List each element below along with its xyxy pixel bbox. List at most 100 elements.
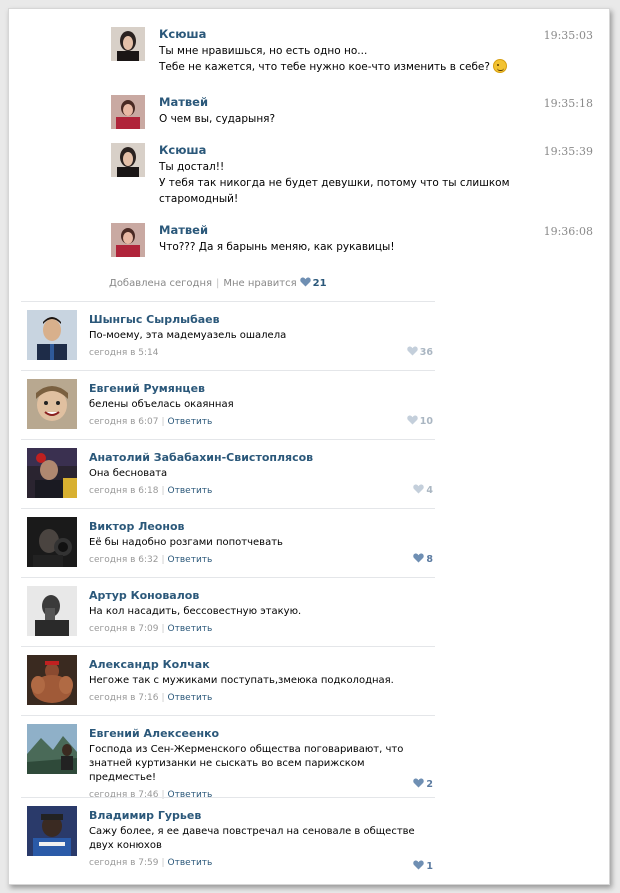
comment-like-button[interactable]: 36 xyxy=(404,346,433,358)
reply-link[interactable]: Ответить xyxy=(168,486,213,496)
chat-message: Матвей Что??? Да я барынь меняю, как рук… xyxy=(111,223,601,263)
message-text: Ты мне нравишься, но есть одно но... Теб… xyxy=(159,43,539,75)
reply-link[interactable]: Ответить xyxy=(168,417,213,427)
comment-text: Её бы надобно розгами попотчевать xyxy=(89,537,283,548)
separator: | xyxy=(161,624,165,634)
comment-line: Сажу более, я ее давеча повстречал на се… xyxy=(89,826,415,837)
reply-link[interactable]: Ответить xyxy=(168,693,213,703)
heart-icon xyxy=(407,346,418,356)
avatar[interactable] xyxy=(111,95,145,129)
comment-author[interactable]: Артур Коновалов xyxy=(89,589,429,603)
comment: Александр Колчак Негоже так с мужиками п… xyxy=(21,649,435,711)
comment: Евгений Румянцев белены объелась окаянна… xyxy=(21,373,435,435)
post-added-date: Добавлена сегодня xyxy=(109,278,212,289)
avatar[interactable] xyxy=(111,143,145,177)
avatar[interactable] xyxy=(27,655,77,705)
comment-meta: сегодня в 7:16 | Ответить xyxy=(89,692,429,704)
message-author[interactable]: Матвей xyxy=(159,95,539,109)
reply-link[interactable]: Ответить xyxy=(168,790,213,800)
avatar[interactable] xyxy=(27,310,77,360)
comment-like-button[interactable]: 1 xyxy=(410,860,433,872)
like-label: Мне нравится xyxy=(223,278,297,289)
comment-author[interactable]: Евгений Румянцев xyxy=(89,382,429,396)
comment-date[interactable]: сегодня в 7:46 xyxy=(89,790,158,800)
comment-date[interactable]: сегодня в 7:59 xyxy=(89,858,158,868)
comment-like-count: 10 xyxy=(419,416,433,427)
wink-emoji-icon xyxy=(493,59,508,73)
message-time: 19:35:39 xyxy=(543,145,593,158)
comment-line: Господа из Сен-Жерменского общества пого… xyxy=(89,744,404,755)
comment-line: двух конюхов xyxy=(89,840,162,851)
divider xyxy=(21,370,435,371)
comment-like-button[interactable]: 8 xyxy=(410,553,433,565)
message-line: Ты мне нравишься, но есть одно но... xyxy=(159,45,368,57)
avatar[interactable] xyxy=(27,379,77,429)
comment-author[interactable]: Шынгыс Сырлыбаев xyxy=(89,313,429,327)
comment-meta: сегодня в 6:18 | Ответить xyxy=(89,485,429,497)
comment-like-count: 1 xyxy=(426,861,433,872)
separator: | xyxy=(161,555,165,565)
avatar[interactable] xyxy=(111,223,145,257)
comment-text: Она бесновата xyxy=(89,468,168,479)
comment-like-button[interactable]: 2 xyxy=(410,778,433,790)
comment-author[interactable]: Владимир Гурьев xyxy=(89,809,429,823)
chat-message: Ксюша Ты мне нравишься, но есть одно но.… xyxy=(111,27,601,87)
comment-meta: сегодня в 6:32 | Ответить xyxy=(89,554,429,566)
message-line: У тебя так никогда не будет девушки, пот… xyxy=(159,177,510,189)
comment-author[interactable]: Александр Колчак xyxy=(89,658,429,672)
like-button[interactable]: Мне нравится 21 xyxy=(223,277,327,289)
comment-date[interactable]: сегодня в 7:09 xyxy=(89,624,158,634)
divider xyxy=(21,577,435,578)
comment-meta: сегодня в 7:09 | Ответить xyxy=(89,623,429,635)
comment-author[interactable]: Анатолий Забабахин-Свистоплясов xyxy=(89,451,429,465)
separator: | xyxy=(161,486,165,496)
reply-link[interactable]: Ответить xyxy=(168,858,213,868)
avatar[interactable] xyxy=(27,517,77,567)
comment-date[interactable]: сегодня в 7:16 xyxy=(89,693,158,703)
message-author[interactable]: Ксюша xyxy=(159,27,539,41)
comment-date[interactable]: сегодня в 6:07 xyxy=(89,417,158,427)
comment-date[interactable]: сегодня в 6:18 xyxy=(89,486,158,496)
comment-meta: сегодня в 7:59 | Ответить xyxy=(89,857,429,869)
comment: Евгений Алексеенко Господа из Сен-Жермен… xyxy=(21,718,435,800)
divider xyxy=(21,797,435,798)
message-author[interactable]: Матвей xyxy=(159,223,539,237)
comment: Шынгыс Сырлыбаев По-моему, эта мадемуазе… xyxy=(21,304,435,366)
message-author[interactable]: Ксюша xyxy=(159,143,539,157)
comment-author[interactable]: Евгений Алексеенко xyxy=(89,727,429,741)
message-time: 19:35:18 xyxy=(543,97,593,110)
reply-link[interactable]: Ответить xyxy=(168,624,213,634)
heart-icon xyxy=(413,860,425,870)
separator: | xyxy=(161,790,165,800)
comment-text: Господа из Сен-Жерменского общества пого… xyxy=(89,743,429,785)
comment-meta: сегодня в 5:14 xyxy=(89,347,429,359)
avatar[interactable] xyxy=(27,806,77,856)
comment-author[interactable]: Виктор Леонов xyxy=(89,520,429,534)
message-line: старомодный! xyxy=(159,193,239,205)
comment: Виктор Леонов Её бы надобно розгами попо… xyxy=(21,511,435,573)
comment-like-count: 8 xyxy=(426,554,433,565)
reply-link[interactable]: Ответить xyxy=(168,555,213,565)
avatar[interactable] xyxy=(27,448,77,498)
comment-like-button[interactable]: 4 xyxy=(410,484,433,496)
heart-icon xyxy=(413,778,425,788)
message-time: 19:35:03 xyxy=(543,29,593,42)
comment-like-button[interactable]: 10 xyxy=(404,415,433,427)
separator: | xyxy=(216,278,220,289)
message-line: Тебе не кажется, что тебе нужно кое-что … xyxy=(159,59,539,75)
comment-date[interactable]: сегодня в 5:14 xyxy=(89,348,158,358)
separator: | xyxy=(161,693,165,703)
message-text: О чем вы, сударыня? xyxy=(159,111,539,127)
divider xyxy=(21,715,435,716)
comment-text: На кол насадить, бессовестную этакую. xyxy=(89,606,302,617)
divider xyxy=(21,439,435,440)
message-line: О чем вы, сударыня? xyxy=(159,113,276,125)
comment-meta: сегодня в 6:07 | Ответить xyxy=(89,416,429,428)
avatar[interactable] xyxy=(27,724,77,774)
comment: Владимир Гурьев Сажу более, я ее давеча … xyxy=(21,800,435,880)
comment-date[interactable]: сегодня в 6:32 xyxy=(89,555,158,565)
heart-icon xyxy=(413,553,425,563)
message-text: Что??? Да я барынь меняю, как рукавицы! xyxy=(159,239,539,255)
avatar[interactable] xyxy=(111,27,145,61)
avatar[interactable] xyxy=(27,586,77,636)
